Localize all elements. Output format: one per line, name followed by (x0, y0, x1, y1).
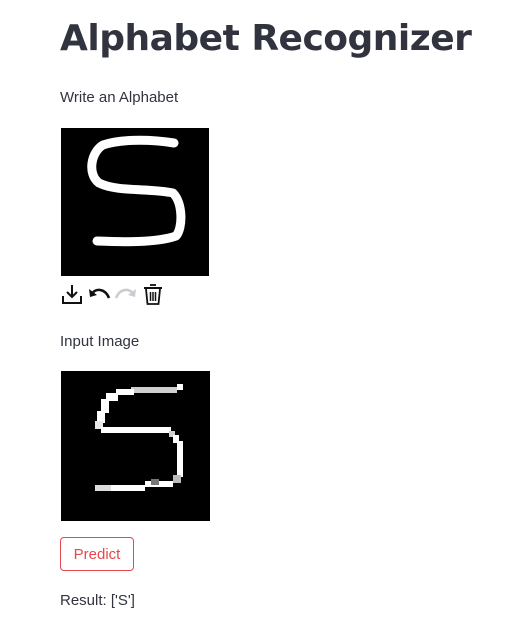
input-image (61, 371, 210, 521)
pixelated-letter (95, 384, 183, 491)
result-text: Result: ['S'] (60, 592, 135, 609)
trash-icon[interactable] (141, 282, 165, 306)
canvas-toolbar (60, 282, 165, 306)
input-image-label: Input Image (60, 333, 140, 350)
predict-button[interactable]: Predict (60, 537, 134, 571)
drawing-canvas[interactable] (61, 128, 209, 276)
canvas-label: Write an Alphabet (60, 89, 179, 106)
redo-icon[interactable] (114, 282, 138, 306)
page-title: Alphabet Recognizer (60, 18, 472, 59)
drawn-letter (87, 135, 186, 247)
undo-icon[interactable] (87, 282, 111, 306)
download-icon[interactable] (60, 282, 84, 306)
